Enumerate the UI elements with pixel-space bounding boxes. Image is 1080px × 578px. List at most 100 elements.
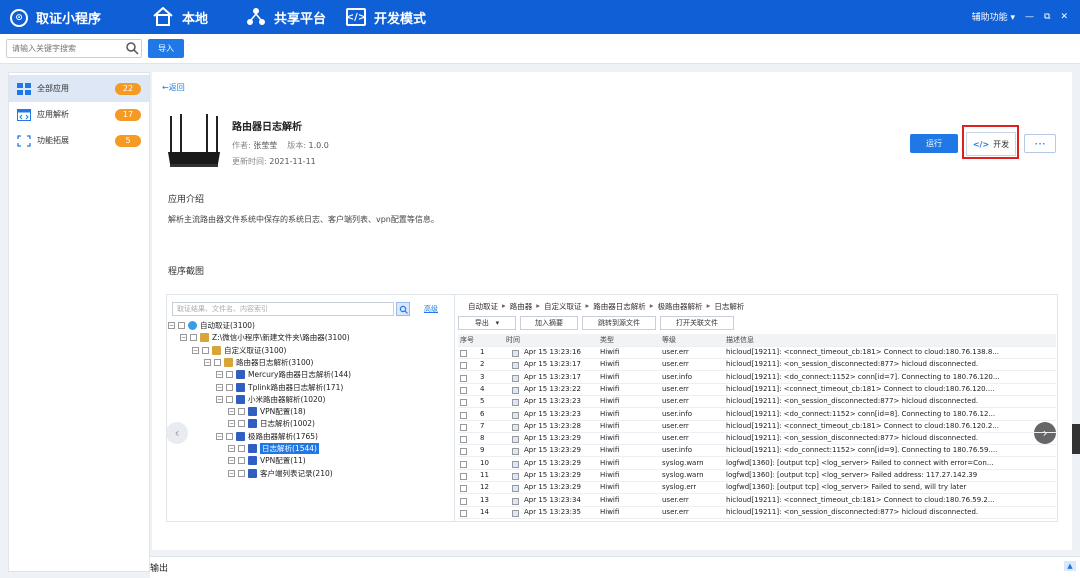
app-detail-panel: ←返回 路由器日志解析 作者: 张莹莹 版本: 1.0.0 更新时间: 2021… (152, 72, 1072, 550)
tree-expander-icon: − (204, 358, 211, 366)
develop-label: 开发 (993, 139, 1010, 149)
sidebar-item-app-parse[interactable]: 应用解析 17 (9, 101, 149, 128)
row-level: syslog.warn (662, 458, 704, 467)
search-icon[interactable] (125, 41, 139, 55)
row-type: Hiwifi (600, 507, 620, 516)
tree-expander-icon: − (192, 346, 199, 354)
sidebar-item-label: 功能拓展 (37, 136, 69, 145)
table-row: 11 Apr 15 13:23:29 Hiwifi syslog.warn logfwd… (458, 470, 1056, 482)
tree-node-label: VPN配置(18) (260, 407, 306, 417)
row-checkbox-cell (460, 397, 467, 408)
tree-checkbox (238, 445, 245, 452)
calendar-icon (512, 497, 519, 505)
export-button: 导出 ▾ (458, 316, 516, 330)
calendar-icon (512, 423, 519, 431)
time-icon-cell (512, 373, 519, 384)
grid-icon (17, 82, 31, 95)
output-panel: 输出 ▲ (150, 556, 1080, 578)
more-button[interactable]: ··· (1024, 134, 1056, 153)
tree-expander-icon: − (216, 395, 223, 403)
tree-node: − Mercury路由器日志解析(144) (216, 369, 351, 380)
row-index: 11 (480, 471, 489, 479)
back-link[interactable]: ←返回 (162, 82, 185, 93)
count-badge: 22 (115, 82, 141, 95)
tree-node: − 极路由器解析(1765) (216, 431, 318, 442)
row-checkbox-cell (460, 422, 467, 433)
row-type: Hiwifi (600, 458, 620, 467)
expand-output-button[interactable]: ▲ (1064, 561, 1076, 571)
chevron-down-icon: ▾ (1010, 13, 1016, 23)
sidebar-item-all-apps[interactable]: 全部应用 22 (9, 75, 149, 102)
tree-expander-icon: − (228, 469, 235, 477)
calendar-icon (512, 399, 519, 407)
code-icon: </> (972, 139, 990, 149)
maximize-icon[interactable]: ⧉ (1044, 12, 1050, 22)
time-icon-cell (512, 471, 519, 482)
author-row: 作者: 张莹莹 (232, 140, 277, 151)
nav-tab-share[interactable]: 共享平台 (246, 0, 326, 34)
row-index: 10 (480, 458, 489, 467)
tree-expander-icon: − (216, 432, 223, 440)
row-checkbox (460, 374, 467, 382)
time-icon-cell (512, 360, 519, 371)
run-button[interactable]: 运行 (910, 134, 958, 153)
jump-source-button: 跳转到源文件 (582, 316, 656, 330)
row-description: hicloud[19211]: <connect_timeout_cb:181>… (726, 348, 999, 356)
tree-checkbox (226, 371, 233, 379)
screenshot-breadcrumb: 自动取证 ▸ 路由器 ▸ 自定义取证 ▸ 路由器日志解析 ▸ 极路由器解析 ▸ 日志解析 (468, 301, 744, 312)
close-icon[interactable]: ✕ (1060, 12, 1068, 22)
calendar-icon (512, 460, 519, 468)
breadcrumb-item: 路由器日志解析 (593, 302, 646, 311)
row-index: 5 (480, 397, 485, 406)
row-checkbox (460, 386, 467, 394)
breadcrumb-separator-icon: ▸ (585, 301, 590, 310)
tree-checkbox (178, 322, 185, 329)
row-index: 13 (480, 495, 489, 504)
assist-menu[interactable]: 辅助功能 ▾ (972, 10, 1015, 23)
version-value: 1.0.0 (308, 141, 329, 150)
row-type: Hiwifi (600, 384, 620, 393)
intro-title: 应用介绍 (168, 195, 205, 205)
side-handle[interactable] (1072, 424, 1080, 454)
row-checkbox-cell (460, 410, 467, 421)
minimize-icon[interactable]: — (1025, 12, 1034, 22)
calendar-icon (512, 350, 519, 357)
import-button[interactable]: 导入 (148, 39, 184, 58)
row-checkbox-cell (460, 360, 467, 371)
tree-checkbox (190, 334, 197, 342)
develop-button[interactable]: </> 开发 (966, 132, 1016, 156)
row-index: 2 (480, 360, 485, 369)
arrow-left-icon: ← (162, 83, 169, 92)
count-badge: 17 (115, 108, 141, 121)
row-index: 3 (480, 372, 485, 381)
prev-screenshot-button[interactable]: ‹ (166, 422, 188, 444)
row-index: 1 (480, 348, 485, 356)
row-level: user.err (662, 495, 689, 504)
calendar-icon (512, 485, 519, 493)
tree-node: − VPN配置(18) (228, 406, 306, 417)
row-time: Apr 15 13:23:23 (524, 409, 581, 418)
row-checkbox (460, 448, 467, 456)
code-icon (17, 108, 31, 121)
row-type: Hiwifi (600, 372, 620, 381)
nav-tab-dev-mode[interactable]: </> 开发模式 (346, 0, 426, 34)
search-input[interactable] (7, 40, 125, 57)
tree-node-label: 客户端列表记录(210) (260, 468, 333, 478)
sidebar-item-extend[interactable]: 功能拓展 5 (9, 127, 149, 154)
row-type: Hiwifi (600, 397, 620, 406)
row-checkbox (460, 436, 467, 444)
export-label: 导出 (474, 319, 489, 327)
tree-node-label: 小米路由器解析(1020) (248, 394, 326, 404)
sidebar-item-label: 应用解析 (37, 110, 69, 119)
folder-icon (248, 468, 257, 478)
row-checkbox (460, 473, 467, 480)
folder-icon (200, 333, 209, 343)
row-checkbox-cell (460, 348, 467, 359)
row-type: Hiwifi (600, 471, 620, 479)
updated-label: 更新时间: (232, 157, 267, 166)
row-checkbox (460, 411, 467, 419)
row-level: user.err (662, 434, 689, 443)
code-icon: </> (346, 8, 366, 26)
row-level: syslog.warn (662, 471, 704, 479)
nav-tab-local[interactable]: 本地 (152, 0, 208, 34)
